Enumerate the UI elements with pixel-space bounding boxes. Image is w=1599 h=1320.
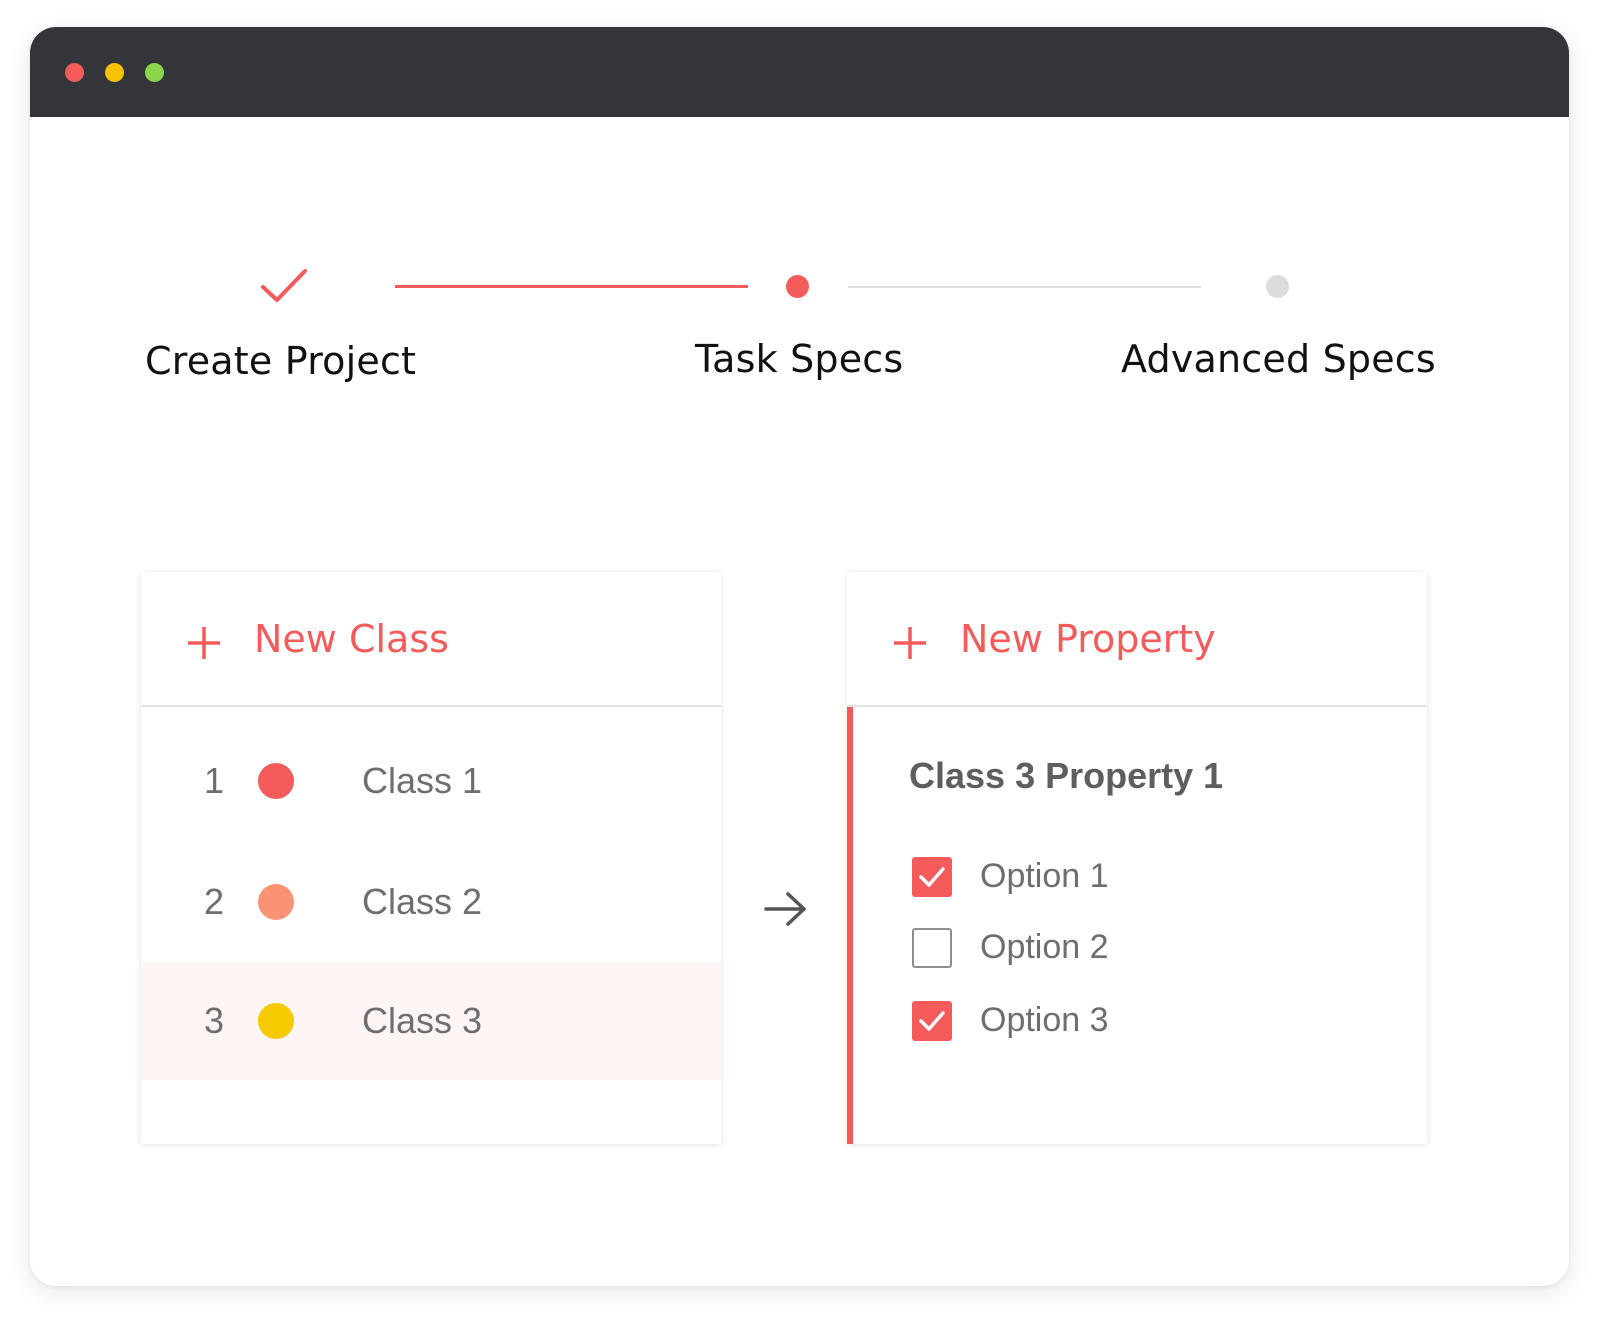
option-label: Option 2	[980, 928, 1109, 966]
option-label: Option 1	[980, 857, 1109, 895]
option-checkbox[interactable]	[912, 857, 952, 897]
step-label-create-project[interactable]: Create Project	[145, 339, 416, 383]
class-list-item[interactable]: 2 Class 2	[141, 843, 721, 961]
new-class-button[interactable]: New Class	[141, 572, 721, 707]
plus-icon	[894, 627, 926, 659]
classes-panel: New Class 1 Class 1 2 Class 2 3 Class 3	[141, 572, 721, 1144]
class-number: 1	[204, 760, 225, 801]
option-checkbox[interactable]	[912, 928, 952, 968]
close-window-icon[interactable]	[65, 63, 84, 82]
new-class-label: New Class	[254, 617, 449, 661]
new-property-button[interactable]: New Property	[847, 572, 1427, 707]
checkmark-icon	[919, 867, 945, 887]
class-name: Class 2	[362, 881, 483, 922]
step-label-advanced-specs[interactable]: Advanced Specs	[1121, 337, 1436, 381]
option-label: Option 3	[980, 1001, 1109, 1039]
property-title: Class 3 Property 1	[909, 755, 1224, 796]
step-connector-pending	[848, 286, 1201, 288]
selected-property-indicator	[847, 707, 853, 1144]
step-pending-dot	[1266, 275, 1289, 298]
check-icon	[261, 269, 307, 302]
plus-icon	[188, 627, 220, 659]
window-titlebar	[30, 27, 1569, 117]
option-item[interactable]: Option 2	[912, 926, 1312, 970]
option-item[interactable]: Option 3	[912, 999, 1312, 1043]
new-property-label: New Property	[960, 617, 1216, 661]
class-name: Class 1	[362, 760, 483, 801]
class-color-swatch	[258, 763, 294, 799]
step-active-dot	[786, 275, 809, 298]
option-item[interactable]: Option 1	[912, 855, 1312, 899]
class-number: 3	[204, 1000, 225, 1041]
option-checkbox[interactable]	[912, 1001, 952, 1041]
class-list-item-selected[interactable]: 3 Class 3	[141, 962, 721, 1080]
minimize-window-icon[interactable]	[105, 63, 124, 82]
arrow-right-icon	[764, 892, 806, 926]
class-color-swatch	[258, 884, 294, 920]
checkmark-icon	[919, 1011, 945, 1031]
step-label-task-specs[interactable]: Task Specs	[695, 337, 903, 381]
browser-window: Create Project Task Specs Advanced Specs…	[30, 27, 1569, 1286]
properties-panel: New Property Class 3 Property 1 Option 1…	[847, 572, 1427, 1144]
step-connector-completed	[395, 285, 748, 288]
class-number: 2	[204, 881, 225, 922]
class-name: Class 3	[362, 1000, 483, 1041]
class-list-item[interactable]: 1 Class 1	[141, 722, 721, 840]
class-color-swatch	[258, 1003, 294, 1039]
maximize-window-icon[interactable]	[145, 63, 164, 82]
